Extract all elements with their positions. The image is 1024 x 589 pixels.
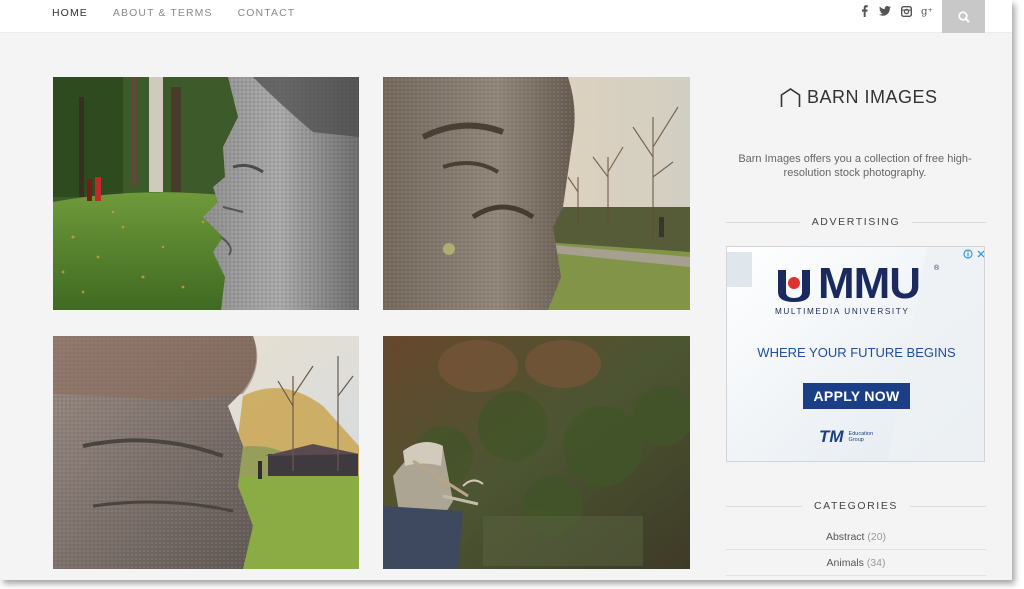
advertising-heading-label: ADVERTISING [811,216,901,228]
nav-about-terms-link[interactable]: ABOUT & TERMS [113,7,213,19]
mmu-emblem-icon [778,270,810,302]
ad-subtitle: MULTIMEDIA UNIVERSITY [775,307,910,316]
search-button[interactable] [942,0,985,33]
advertisement-banner[interactable]: MMU ® MULTIMEDIA UNIVERSITY WHERE YOUR F… [726,246,985,462]
ad-slogan: WHERE YOUR FUTURE BEGINS [757,345,956,360]
main-nav: HOME ABOUT & TERMS CONTACT [52,0,320,26]
category-count: (34) [866,557,886,569]
instagram-icon[interactable] [900,4,912,18]
category-item-abstract[interactable]: Abstract (20) [726,524,986,550]
social-links: g + [858,4,933,18]
house-outline-icon [780,87,801,107]
categories-heading-label: CATEGORIES [813,500,899,512]
tm-subtitle-line-2: Group [848,437,864,443]
advertising-heading: ADVERTISING [726,215,986,229]
search-icon [957,10,970,23]
category-count: (20) [867,531,887,543]
logo-text: BARN IMAGES [807,87,938,107]
category-item-animals[interactable]: Animals (34) [726,550,986,576]
photo-stone-head-park[interactable] [383,77,690,310]
tm-partner-logo: TM Education Group [819,427,873,447]
site-tagline: Barn Images offers you a collection of f… [738,153,972,179]
google-plus-icon[interactable]: g + [921,4,933,18]
categories-heading: CATEGORIES [726,499,986,513]
tm-logo-subtitle: Education Group [849,431,873,443]
svg-text:+: + [927,6,932,14]
facebook-icon[interactable] [858,4,870,18]
ad-brand-text: MMU [818,259,921,308]
ad-info-icon[interactable] [963,249,973,259]
ad-choices[interactable] [963,249,985,259]
site-logo[interactable]: BARN IMAGES [780,87,938,108]
ad-registered-mark: ® [934,265,940,272]
twitter-icon[interactable] [879,4,891,18]
photo-stone-head-profile[interactable] [53,77,359,310]
category-name[interactable]: Animals [827,557,864,569]
mmu-logo: MMU [774,259,921,308]
top-navigation-bar: HOME ABOUT & TERMS CONTACT g + [0,0,1012,33]
photo-man-with-pipe-double-exposure[interactable] [383,336,690,569]
tm-logo-text: TM [819,427,844,446]
apply-now-button[interactable]: APPLY NOW [803,383,910,409]
ad-close-icon[interactable] [976,249,985,259]
nav-home-link[interactable]: HOME [52,7,88,19]
category-name[interactable]: Abstract [826,531,865,543]
nav-contact-link[interactable]: CONTACT [238,7,296,19]
browser-viewport: HOME ABOUT & TERMS CONTACT g + BARN IMAG… [0,0,1012,580]
photo-stone-sculpture-closeup[interactable] [53,336,359,569]
